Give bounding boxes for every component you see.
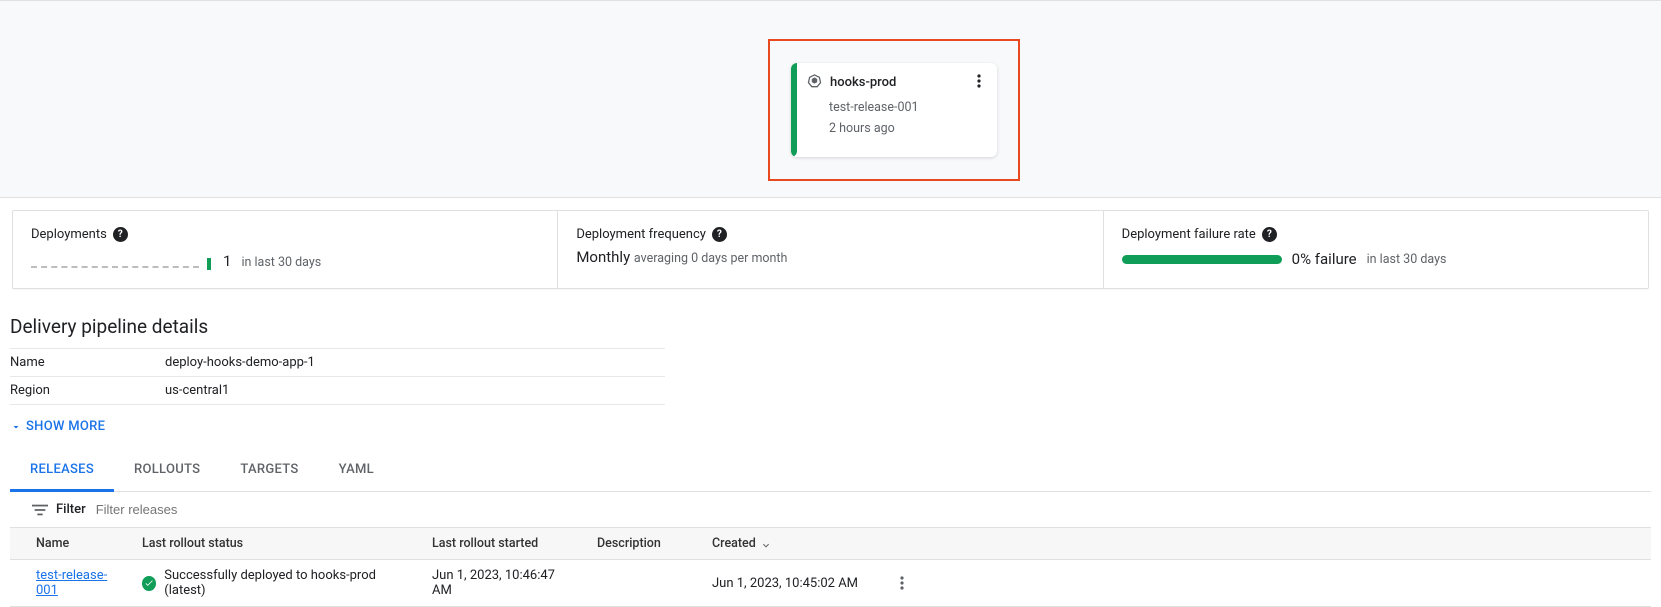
tab-rollouts[interactable]: ROLLOUTS xyxy=(114,450,220,491)
metric-failure-label: Deployment failure rate xyxy=(1122,227,1256,242)
releases-table: Name Last rollout status Last rollout st… xyxy=(10,527,1651,607)
kubernetes-icon xyxy=(807,73,822,92)
filter-icon xyxy=(32,504,48,516)
th-created-label: Created xyxy=(712,536,756,551)
show-more-button[interactable]: SHOW MORE xyxy=(10,419,105,434)
target-card-title: hooks-prod xyxy=(830,75,896,90)
arrow-down-icon xyxy=(760,538,772,550)
target-card-release: test-release-001 xyxy=(829,100,985,115)
deployments-count: 1 xyxy=(223,252,231,270)
tab-releases[interactable]: RELEASES xyxy=(10,450,114,492)
filter-bar: Filter xyxy=(10,492,1651,527)
tab-yaml[interactable]: YAML xyxy=(319,450,394,491)
metric-deployments: Deployments ? 1 in last 30 days xyxy=(13,211,558,288)
th-status[interactable]: Last rollout status xyxy=(130,528,420,560)
failure-value: 0% failure xyxy=(1292,250,1357,268)
help-icon[interactable]: ? xyxy=(113,227,128,242)
metric-frequency: Deployment frequency ? Monthly averaging… xyxy=(558,211,1103,288)
deployments-suffix: in last 30 days xyxy=(241,255,321,270)
detail-region-label: Region xyxy=(10,377,165,405)
sparkline-empty xyxy=(31,266,199,268)
rollout-status-text: Successfully deployed to hooks-prod (lat… xyxy=(164,568,408,598)
detail-name-value: deploy-hooks-demo-app-1 xyxy=(165,349,665,377)
failure-progress-bar xyxy=(1122,255,1282,264)
sparkline-bar xyxy=(207,258,211,270)
tab-targets[interactable]: TARGETS xyxy=(220,450,318,491)
show-more-label: SHOW MORE xyxy=(26,419,105,434)
detail-name-label: Name xyxy=(10,349,165,377)
help-icon[interactable]: ? xyxy=(712,227,727,242)
frequency-suffix: averaging 0 days per month xyxy=(634,251,788,266)
failure-suffix: in last 30 days xyxy=(1367,252,1447,267)
th-created[interactable]: Created xyxy=(700,528,880,560)
highlight-annotation: hooks-prod test-release-001 2 hours ago xyxy=(768,39,1020,181)
metric-frequency-label: Deployment frequency xyxy=(576,227,706,242)
filter-input[interactable] xyxy=(96,502,1641,517)
pipeline-canvas: hooks-prod test-release-001 2 hours ago xyxy=(0,0,1661,198)
detail-region-value: us-central1 xyxy=(165,377,665,405)
chevron-down-icon xyxy=(10,421,22,433)
rollout-started-text: Jun 1, 2023, 10:46:47 AM xyxy=(420,560,585,607)
help-icon[interactable]: ? xyxy=(1262,227,1277,242)
frequency-value: Monthly xyxy=(576,248,630,266)
rollout-created-text: Jun 1, 2023, 10:45:02 AM xyxy=(700,560,880,607)
pipeline-details-table: Name deploy-hooks-demo-app-1 Region us-c… xyxy=(10,348,665,405)
row-more-button[interactable] xyxy=(892,573,912,593)
th-name[interactable]: Name xyxy=(10,528,130,560)
th-description[interactable]: Description xyxy=(585,528,700,560)
target-card-more-button[interactable] xyxy=(969,71,989,91)
target-card-timestamp: 2 hours ago xyxy=(829,121,985,136)
target-card-hooks-prod[interactable]: hooks-prod test-release-001 2 hours ago xyxy=(791,63,997,157)
rollout-description-text xyxy=(585,560,700,607)
section-title: Delivery pipeline details xyxy=(10,315,1651,338)
success-check-icon xyxy=(142,576,156,591)
tabs-bar: RELEASES ROLLOUTS TARGETS YAML xyxy=(10,450,1651,492)
release-name-link[interactable]: test-release-001 xyxy=(36,568,107,598)
metrics-panel: Deployments ? 1 in last 30 days Deployme… xyxy=(12,210,1649,289)
filter-label-text: Filter xyxy=(56,502,86,517)
metric-deployments-label: Deployments xyxy=(31,227,107,242)
metric-failure-rate: Deployment failure rate ? 0% failure in … xyxy=(1104,211,1648,288)
table-row: test-release-001 Successfully deployed t… xyxy=(10,560,1651,607)
th-started[interactable]: Last rollout started xyxy=(420,528,585,560)
